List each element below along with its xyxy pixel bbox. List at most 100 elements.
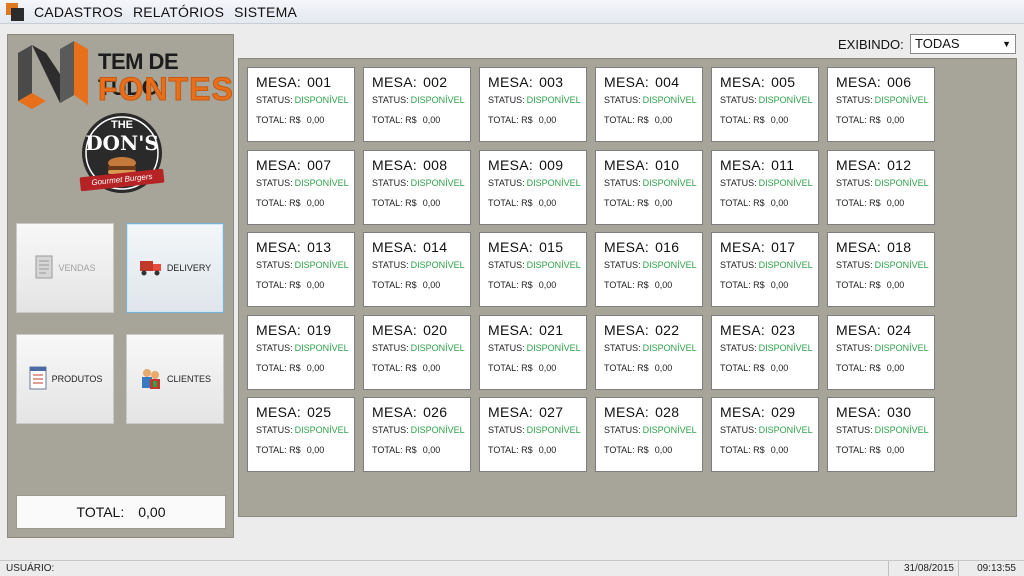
mesa-status-value: DISPONÍVEL (294, 260, 349, 270)
mesa-total-row: TOTAL: R$ 0,00 (836, 115, 934, 125)
mesa-card[interactable]: MESA: 001 STATUS: DISPONÍVEL TOTAL: R$ 0,00 (247, 67, 355, 142)
grand-total-box: TOTAL: 0,00 (16, 495, 226, 529)
mesa-card[interactable]: MESA: 014 STATUS: DISPONÍVEL TOTAL: R$ 0,00 (363, 232, 471, 307)
mesa-total-row: TOTAL: R$ 0,00 (720, 198, 818, 208)
mesa-total-value: 0,00 (770, 445, 789, 455)
mesa-card[interactable]: MESA: 002 STATUS: DISPONÍVEL TOTAL: R$ 0,00 (363, 67, 471, 142)
filter-select[interactable]: TODAS ▼ (910, 34, 1016, 54)
mesa-card[interactable]: MESA: 027 STATUS: DISPONÍVEL TOTAL: R$ 0,00 (479, 397, 587, 472)
badge-name-text: DON'S (85, 131, 159, 155)
mesa-status-label: STATUS: (720, 95, 757, 105)
mesa-prefix: MESA: (488, 156, 534, 173)
mesa-title: MESA: 008 (372, 157, 470, 173)
clientes-button[interactable]: CLIENTES (126, 334, 224, 424)
mesa-total-label: TOTAL: R$ (256, 280, 301, 290)
mesa-status-row: STATUS: DISPONÍVEL (488, 178, 586, 188)
mesa-status-row: STATUS: DISPONÍVEL (256, 343, 354, 353)
mesa-card[interactable]: MESA: 019 STATUS: DISPONÍVEL TOTAL: R$ 0,00 (247, 314, 355, 390)
mesa-title: MESA: 005 (720, 74, 818, 90)
mesa-card[interactable]: MESA: 016 STATUS: DISPONÍVEL TOTAL: R$ 0,00 (595, 232, 703, 307)
mesa-card[interactable]: MESA: 026 STATUS: DISPONÍVEL TOTAL: R$ 0,00 (363, 397, 471, 472)
mesa-status-label: STATUS: (720, 342, 757, 353)
mesa-number: 003 (539, 74, 564, 90)
mesa-card[interactable]: MESA: 010 STATUS: DISPONÍVEL TOTAL: R$ 0,00 (595, 149, 703, 225)
menu-sistema[interactable]: SISTEMA (234, 4, 297, 20)
mesa-title: MESA: 018 (836, 239, 934, 255)
mesa-number: 022 (655, 321, 680, 338)
vendas-button[interactable]: VENDAS (16, 223, 114, 313)
mesa-status-label: STATUS: (256, 177, 293, 188)
mesa-number: 007 (307, 156, 332, 173)
mesa-card[interactable]: MESA: 006 STATUS: DISPONÍVEL TOTAL: R$ 0,00 (827, 67, 935, 142)
mesa-number: 015 (539, 239, 564, 255)
app-logo-icon (4, 1, 26, 23)
mesa-card[interactable]: MESA: 020 STATUS: DISPONÍVEL TOTAL: R$ 0,00 (363, 314, 471, 390)
mesa-prefix: MESA: (488, 404, 534, 420)
mesa-status-label: STATUS: (836, 260, 873, 270)
mesa-status-label: STATUS: (488, 425, 525, 435)
mesa-card[interactable]: MESA: 023 STATUS: DISPONÍVEL TOTAL: R$ 0,00 (711, 314, 819, 390)
mesa-prefix: MESA: (256, 156, 302, 173)
delivery-button[interactable]: DELIVERY (126, 223, 224, 313)
mesa-total-label: TOTAL: R$ (256, 362, 301, 373)
mesa-total-row: TOTAL: R$ 0,00 (256, 363, 354, 373)
mesa-card[interactable]: MESA: 011 STATUS: DISPONÍVEL TOTAL: R$ 0,00 (711, 149, 819, 225)
mesa-total-value: 0,00 (886, 197, 905, 208)
mesa-card[interactable]: MESA: 013 STATUS: DISPONÍVEL TOTAL: R$ 0,00 (247, 232, 355, 307)
mesa-card[interactable]: MESA: 007 STATUS: DISPONÍVEL TOTAL: R$ 0,00 (247, 149, 355, 225)
mesa-total-label: TOTAL: R$ (836, 115, 881, 125)
mesa-status-value: DISPONÍVEL (410, 95, 465, 105)
mesa-number: 006 (887, 74, 912, 90)
mesa-title: MESA: 022 (604, 322, 702, 338)
mesa-total-row: TOTAL: R$ 0,00 (488, 198, 586, 208)
produtos-button[interactable]: PRODUTOS (16, 334, 114, 424)
mesa-total-row: TOTAL: R$ 0,00 (604, 115, 702, 125)
mesa-total-row: TOTAL: R$ 0,00 (720, 363, 818, 373)
mesa-prefix: MESA: (372, 156, 418, 173)
mesa-card[interactable]: MESA: 004 STATUS: DISPONÍVEL TOTAL: R$ 0,00 (595, 67, 703, 142)
mesa-title: MESA: 009 (488, 157, 586, 173)
mesa-card[interactable]: MESA: 021 STATUS: DISPONÍVEL TOTAL: R$ 0,00 (479, 314, 587, 390)
mesa-total-value: 0,00 (886, 115, 905, 125)
mesa-status-value: DISPONÍVEL (526, 260, 581, 270)
mesa-status-label: STATUS: (720, 425, 757, 435)
mesa-card[interactable]: MESA: 009 STATUS: DISPONÍVEL TOTAL: R$ 0,00 (479, 149, 587, 225)
restaurant-badge: THE DON'S Gourmet Burgers (72, 109, 172, 205)
mesa-card[interactable]: MESA: 025 STATUS: DISPONÍVEL TOTAL: R$ 0,00 (247, 397, 355, 472)
mesa-card[interactable]: MESA: 030 STATUS: DISPONÍVEL TOTAL: R$ 0,00 (827, 397, 935, 472)
mesa-status-label: STATUS: (488, 342, 525, 353)
mesa-status-row: STATUS: DISPONÍVEL (720, 425, 818, 435)
mesa-card[interactable]: MESA: 024 STATUS: DISPONÍVEL TOTAL: R$ 0,00 (827, 314, 935, 390)
mesa-card[interactable]: MESA: 018 STATUS: DISPONÍVEL TOTAL: R$ 0,00 (827, 232, 935, 307)
mesa-total-label: TOTAL: R$ (720, 445, 765, 455)
menu-relatorios[interactable]: RELATÓRIOS (133, 4, 224, 20)
mesa-card[interactable]: MESA: 022 STATUS: DISPONÍVEL TOTAL: R$ 0,00 (595, 314, 703, 390)
mesa-total-value: 0,00 (770, 115, 789, 125)
mesa-total-value: 0,00 (422, 280, 441, 290)
mesa-status-row: STATUS: DISPONÍVEL (604, 343, 702, 353)
mesa-total-label: TOTAL: R$ (720, 115, 765, 125)
mesa-status-row: STATUS: DISPONÍVEL (836, 260, 934, 270)
status-bar: USUÁRIO: 31/08/2015 09:13:55 (0, 560, 1024, 576)
mesa-card[interactable]: MESA: 029 STATUS: DISPONÍVEL TOTAL: R$ 0,00 (711, 397, 819, 472)
mesa-card[interactable]: MESA: 015 STATUS: DISPONÍVEL TOTAL: R$ 0,00 (479, 232, 587, 307)
mesa-status-label: STATUS: (256, 342, 293, 353)
mesa-total-row: TOTAL: R$ 0,00 (604, 445, 702, 455)
mesa-number: 027 (539, 404, 564, 420)
menu-cadastros[interactable]: CADASTROS (34, 4, 123, 20)
mesa-card[interactable]: MESA: 008 STATUS: DISPONÍVEL TOTAL: R$ 0,00 (363, 149, 471, 225)
mesa-status-label: STATUS: (836, 95, 873, 105)
mesa-prefix: MESA: (604, 404, 650, 420)
mesa-card[interactable]: MESA: 017 STATUS: DISPONÍVEL TOTAL: R$ 0,00 (711, 232, 819, 307)
mesa-card[interactable]: MESA: 003 STATUS: DISPONÍVEL TOTAL: R$ 0,00 (479, 67, 587, 142)
mesa-status-value: DISPONÍVEL (758, 425, 813, 435)
mesa-card[interactable]: MESA: 005 STATUS: DISPONÍVEL TOTAL: R$ 0,00 (711, 67, 819, 142)
mesa-status-row: STATUS: DISPONÍVEL (720, 95, 818, 105)
mesa-number: 013 (307, 239, 332, 255)
grand-total-label: TOTAL: (76, 504, 125, 520)
mesa-prefix: MESA: (256, 404, 302, 420)
mesa-status-value: DISPONÍVEL (642, 177, 697, 188)
mesa-card[interactable]: MESA: 012 STATUS: DISPONÍVEL TOTAL: R$ 0,00 (827, 149, 935, 225)
mesa-card[interactable]: MESA: 028 STATUS: DISPONÍVEL TOTAL: R$ 0,00 (595, 397, 703, 472)
mesa-total-label: TOTAL: R$ (372, 362, 417, 373)
